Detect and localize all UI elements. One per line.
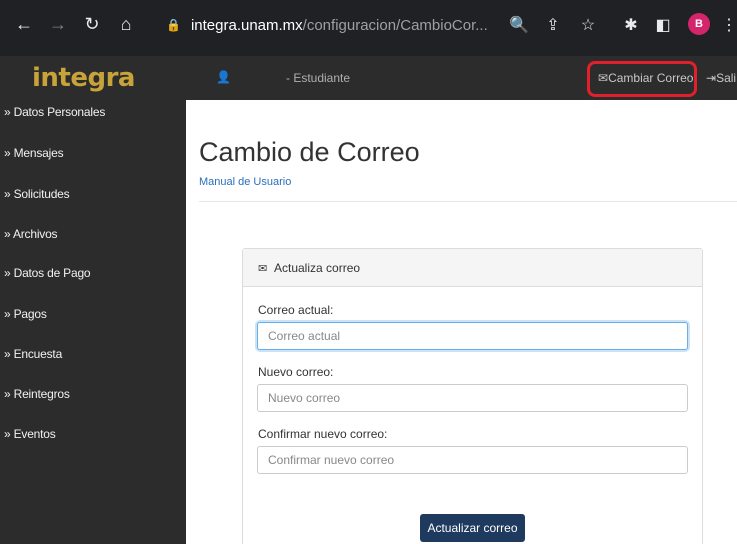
logout-label: Sali [716,71,737,85]
url-domain: integra.unam.mx [190,16,303,34]
profile-avatar[interactable]: B [688,13,710,35]
annotation-highlight-box [587,61,697,97]
home-icon[interactable]: ⌂ [114,12,138,36]
url-text: integra.unam.mx/configuracion/CambioCor.… [191,17,488,34]
current-email-input[interactable] [257,322,688,350]
manual-link[interactable]: Manual de Usuario [199,176,291,188]
logout-icon: ⇥ [706,71,717,85]
panel-header: ✉ Actualiza correo [243,249,702,287]
new-email-label: Nuevo correo: [258,365,334,379]
address-bar[interactable]: 🔒 integra.unam.mx/configuracion/CambioCo… [150,9,610,41]
integra-logo[interactable]: integra [32,63,135,93]
menu-dots-icon[interactable]: ⋮ [718,14,737,36]
new-email-input[interactable] [257,384,688,412]
zoom-icon[interactable]: 🔍 [508,14,530,36]
current-email-label: Correo actual: [258,303,334,317]
side-panel-icon[interactable]: ◧ [652,14,674,36]
browser-toolbar: ← → ↻ ⌂ 🔒 integra.unam.mx/configuracion/… [0,0,737,56]
confirm-email-label: Confirmar nuevo correo: [258,427,388,441]
sidebar-item-mensajes[interactable]: » Mensajes [4,146,64,160]
sidebar-item-reintegros[interactable]: » Reintegros [4,387,70,401]
share-icon[interactable]: ⇪ [542,14,564,36]
envelope-icon: ✉ [258,263,268,275]
bookmark-star-icon[interactable]: ☆ [577,14,599,36]
user-icon: 👤 [216,70,231,84]
logout-link[interactable]: ⇥Sali [706,71,736,85]
sidebar-item-datos-de-pago[interactable]: » Datos de Pago [4,266,91,280]
user-role-label: - Estudiante [286,71,351,85]
sidebar-item-pagos[interactable]: » Pagos [4,307,47,321]
forward-arrow-icon[interactable]: → [46,12,70,36]
url-path: /configuracion/CambioCor... [302,16,488,34]
sidebar-item-datos-personales[interactable]: » Datos Personales [4,105,105,119]
sidebar-item-eventos[interactable]: » Eventos [4,427,56,441]
confirm-email-input[interactable] [257,446,688,474]
sidebar-item-archivos[interactable]: » Archivos [4,227,58,241]
sidebar: » Datos Personales » Mensajes » Solicitu… [0,100,186,544]
back-arrow-icon[interactable]: ← [12,12,36,36]
lock-icon: 🔒 [166,18,181,32]
divider [199,201,737,202]
page-title: Cambio de Correo [199,137,420,167]
sidebar-item-solicitudes[interactable]: » Solicitudes [4,187,70,201]
sidebar-item-encuesta[interactable]: » Encuesta [4,347,62,361]
extensions-puzzle-icon[interactable]: ✱ [620,14,642,36]
reload-icon[interactable]: ↻ [80,12,104,36]
update-email-button[interactable]: Actualizar correo [420,514,525,542]
panel-title: Actualiza correo [274,261,361,275]
